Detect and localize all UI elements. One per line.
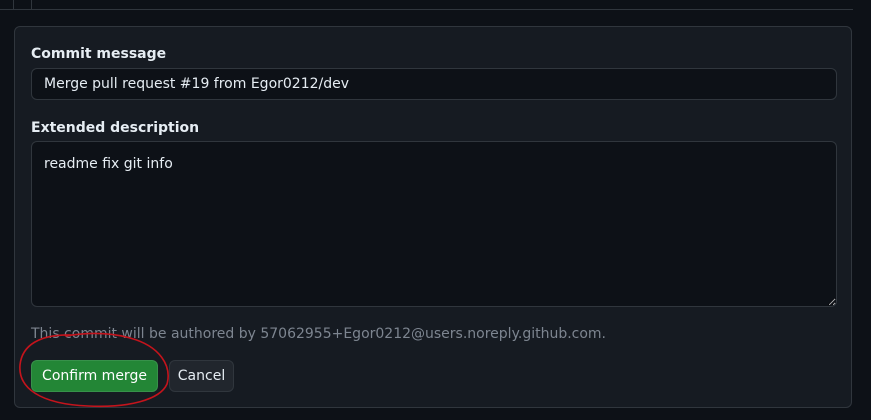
cancel-button[interactable]: Cancel bbox=[169, 360, 234, 392]
author-note: This commit will be authored by 57062955… bbox=[31, 326, 607, 342]
divider-tick bbox=[13, 0, 14, 9]
commit-message-label: Commit message bbox=[31, 46, 167, 62]
commit-message-input[interactable] bbox=[31, 68, 837, 100]
confirm-merge-button[interactable]: Confirm merge bbox=[31, 360, 158, 392]
top-divider bbox=[0, 0, 853, 10]
merge-confirm-page: Commit message Extended description read… bbox=[0, 0, 871, 420]
extended-description-textarea[interactable]: readme fix git info bbox=[31, 141, 837, 307]
merge-form-panel: Commit message Extended description read… bbox=[14, 26, 852, 408]
extended-description-label: Extended description bbox=[31, 120, 200, 136]
divider-tick bbox=[31, 0, 32, 9]
